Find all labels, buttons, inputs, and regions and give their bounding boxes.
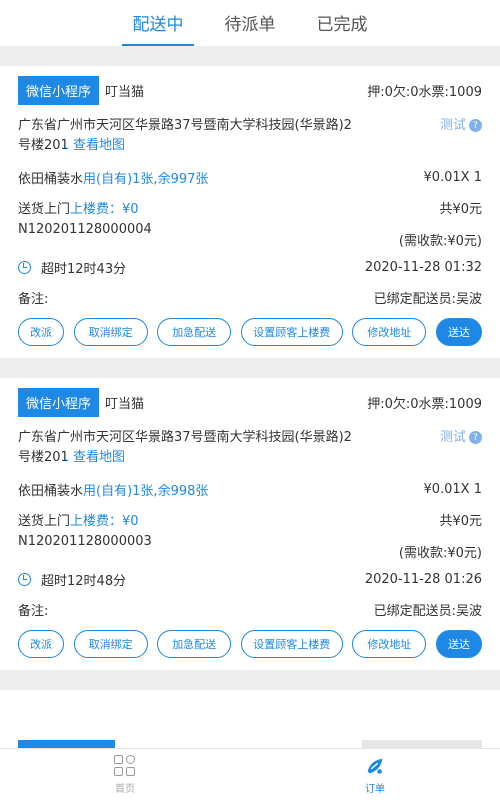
clock-icon — [18, 260, 31, 274]
product-name: 依田桶装水 — [18, 483, 84, 499]
test-link[interactable]: 测试 ? — [440, 428, 482, 468]
order-card: 微信小程序 叮当猫 押:0欠:0水票:1009 广东省广州市天河区华景路37号暨… — [0, 66, 500, 358]
order-time: 2020-11-28 01:32 — [364, 259, 482, 275]
reassign-button[interactable]: 改派 — [18, 630, 64, 658]
tab-delivering[interactable]: 配送中 — [112, 10, 204, 46]
product-name: 依田桶装水 — [18, 171, 84, 187]
deliver-button[interactable]: 送达 — [435, 630, 482, 658]
order-card: 微信小程序 叮当猫 押:0欠:0水票:1009 广东省广州市天河区华景路37号暨… — [0, 378, 500, 670]
assigned-courier: 已绑定配送员:吴波 — [373, 603, 482, 619]
timeout-info: 超时12时48分 — [18, 570, 126, 589]
nav-orders-label: 订单 — [365, 783, 385, 795]
reassign-button[interactable]: 改派 — [18, 318, 64, 346]
tab-completed[interactable]: 已完成 — [296, 10, 388, 46]
order-number: N120201128000003 — [18, 534, 152, 549]
clock-icon — [18, 572, 31, 586]
address-text: 广东省广州市天河区华景路37号暨南大学科技园(华景路)2号楼201 — [18, 118, 352, 153]
deposit-info: 押:0欠:0水票:1009 — [367, 84, 482, 100]
product-info: 依田桶装水用(自有)1张,余997张 — [18, 168, 208, 187]
nav-orders[interactable]: 订单 — [250, 749, 500, 800]
edit-address-button[interactable]: 修改地址 — [352, 318, 427, 346]
view-map-link[interactable]: 查看地图 — [73, 138, 125, 153]
address-text: 广东省广州市天河区华景路37号暨南大学科技园(华景路)2号楼201 — [18, 430, 352, 465]
test-label: 测试 — [439, 118, 466, 133]
floor-fee: 上楼费：¥0 — [70, 513, 139, 529]
delivery-type: 送货上门 — [18, 201, 71, 217]
ticket-usage: 用(自有)1张,余998张 — [83, 483, 209, 499]
total-amount: 共¥0元 — [439, 513, 482, 529]
nav-home-label: 首页 — [115, 783, 135, 795]
price-qty: ¥0.01X 1 — [423, 481, 482, 497]
deliver-button[interactable]: 送达 — [435, 318, 482, 346]
unbind-button[interactable]: 取消绑定 — [73, 318, 148, 346]
urgent-delivery-button[interactable]: 加急配送 — [157, 630, 232, 658]
shop-name: 叮当猫 — [105, 396, 145, 412]
tab-pending[interactable]: 待派单 — [204, 10, 296, 46]
help-icon: ? — [469, 119, 482, 132]
order-time: 2020-11-28 01:26 — [364, 571, 482, 587]
need-collect: (需收款:¥0元) — [398, 546, 482, 561]
deposit-info: 押:0欠:0水票:1009 — [367, 396, 482, 412]
test-label: 测试 — [439, 430, 466, 445]
test-link[interactable]: 测试 ? — [440, 116, 482, 156]
nav-home[interactable]: 首页 — [0, 749, 250, 800]
delivery-info: 送货上门上楼费：¥0 — [18, 198, 139, 217]
edit-address-button[interactable]: 修改地址 — [352, 630, 427, 658]
bottom-nav: 首页 订单 — [0, 748, 500, 800]
source-badge: 微信小程序 — [18, 75, 100, 105]
source-badge: 微信小程序 — [18, 387, 100, 417]
set-floor-fee-button[interactable]: 设置顾客上楼费 — [240, 318, 343, 346]
divider — [0, 358, 500, 378]
timeout-text: 超时12时43分 — [41, 261, 127, 277]
remark-label: 备注: — [18, 291, 49, 307]
remark-label: 备注: — [18, 603, 49, 619]
tab-bar: 配送中 待派单 已完成 — [0, 0, 500, 46]
set-floor-fee-button[interactable]: 设置顾客上楼费 — [240, 630, 343, 658]
timeout-info: 超时12时43分 — [18, 258, 126, 277]
price-qty: ¥0.01X 1 — [423, 169, 482, 185]
ticket-usage: 用(自有)1张,余997张 — [83, 171, 209, 187]
help-icon: ? — [469, 431, 482, 444]
timeout-text: 超时12时48分 — [41, 573, 127, 589]
order-number: N120201128000004 — [18, 222, 152, 237]
deposit-info-peek — [362, 740, 482, 748]
unbind-button[interactable]: 取消绑定 — [73, 630, 148, 658]
divider — [0, 46, 500, 66]
grid-icon — [114, 754, 136, 777]
total-amount: 共¥0元 — [439, 201, 482, 217]
orders-icon — [367, 758, 383, 774]
divider — [0, 670, 500, 690]
view-map-link[interactable]: 查看地图 — [73, 450, 125, 465]
floor-fee: 上楼费：¥0 — [70, 201, 139, 217]
delivery-info: 送货上门上楼费：¥0 — [18, 510, 139, 529]
product-info: 依田桶装水用(自有)1张,余998张 — [18, 480, 208, 499]
shop-name: 叮当猫 — [105, 84, 145, 100]
assigned-courier: 已绑定配送员:吴波 — [373, 291, 482, 307]
need-collect: (需收款:¥0元) — [398, 234, 482, 249]
delivery-type: 送货上门 — [18, 513, 71, 529]
urgent-delivery-button[interactable]: 加急配送 — [157, 318, 232, 346]
